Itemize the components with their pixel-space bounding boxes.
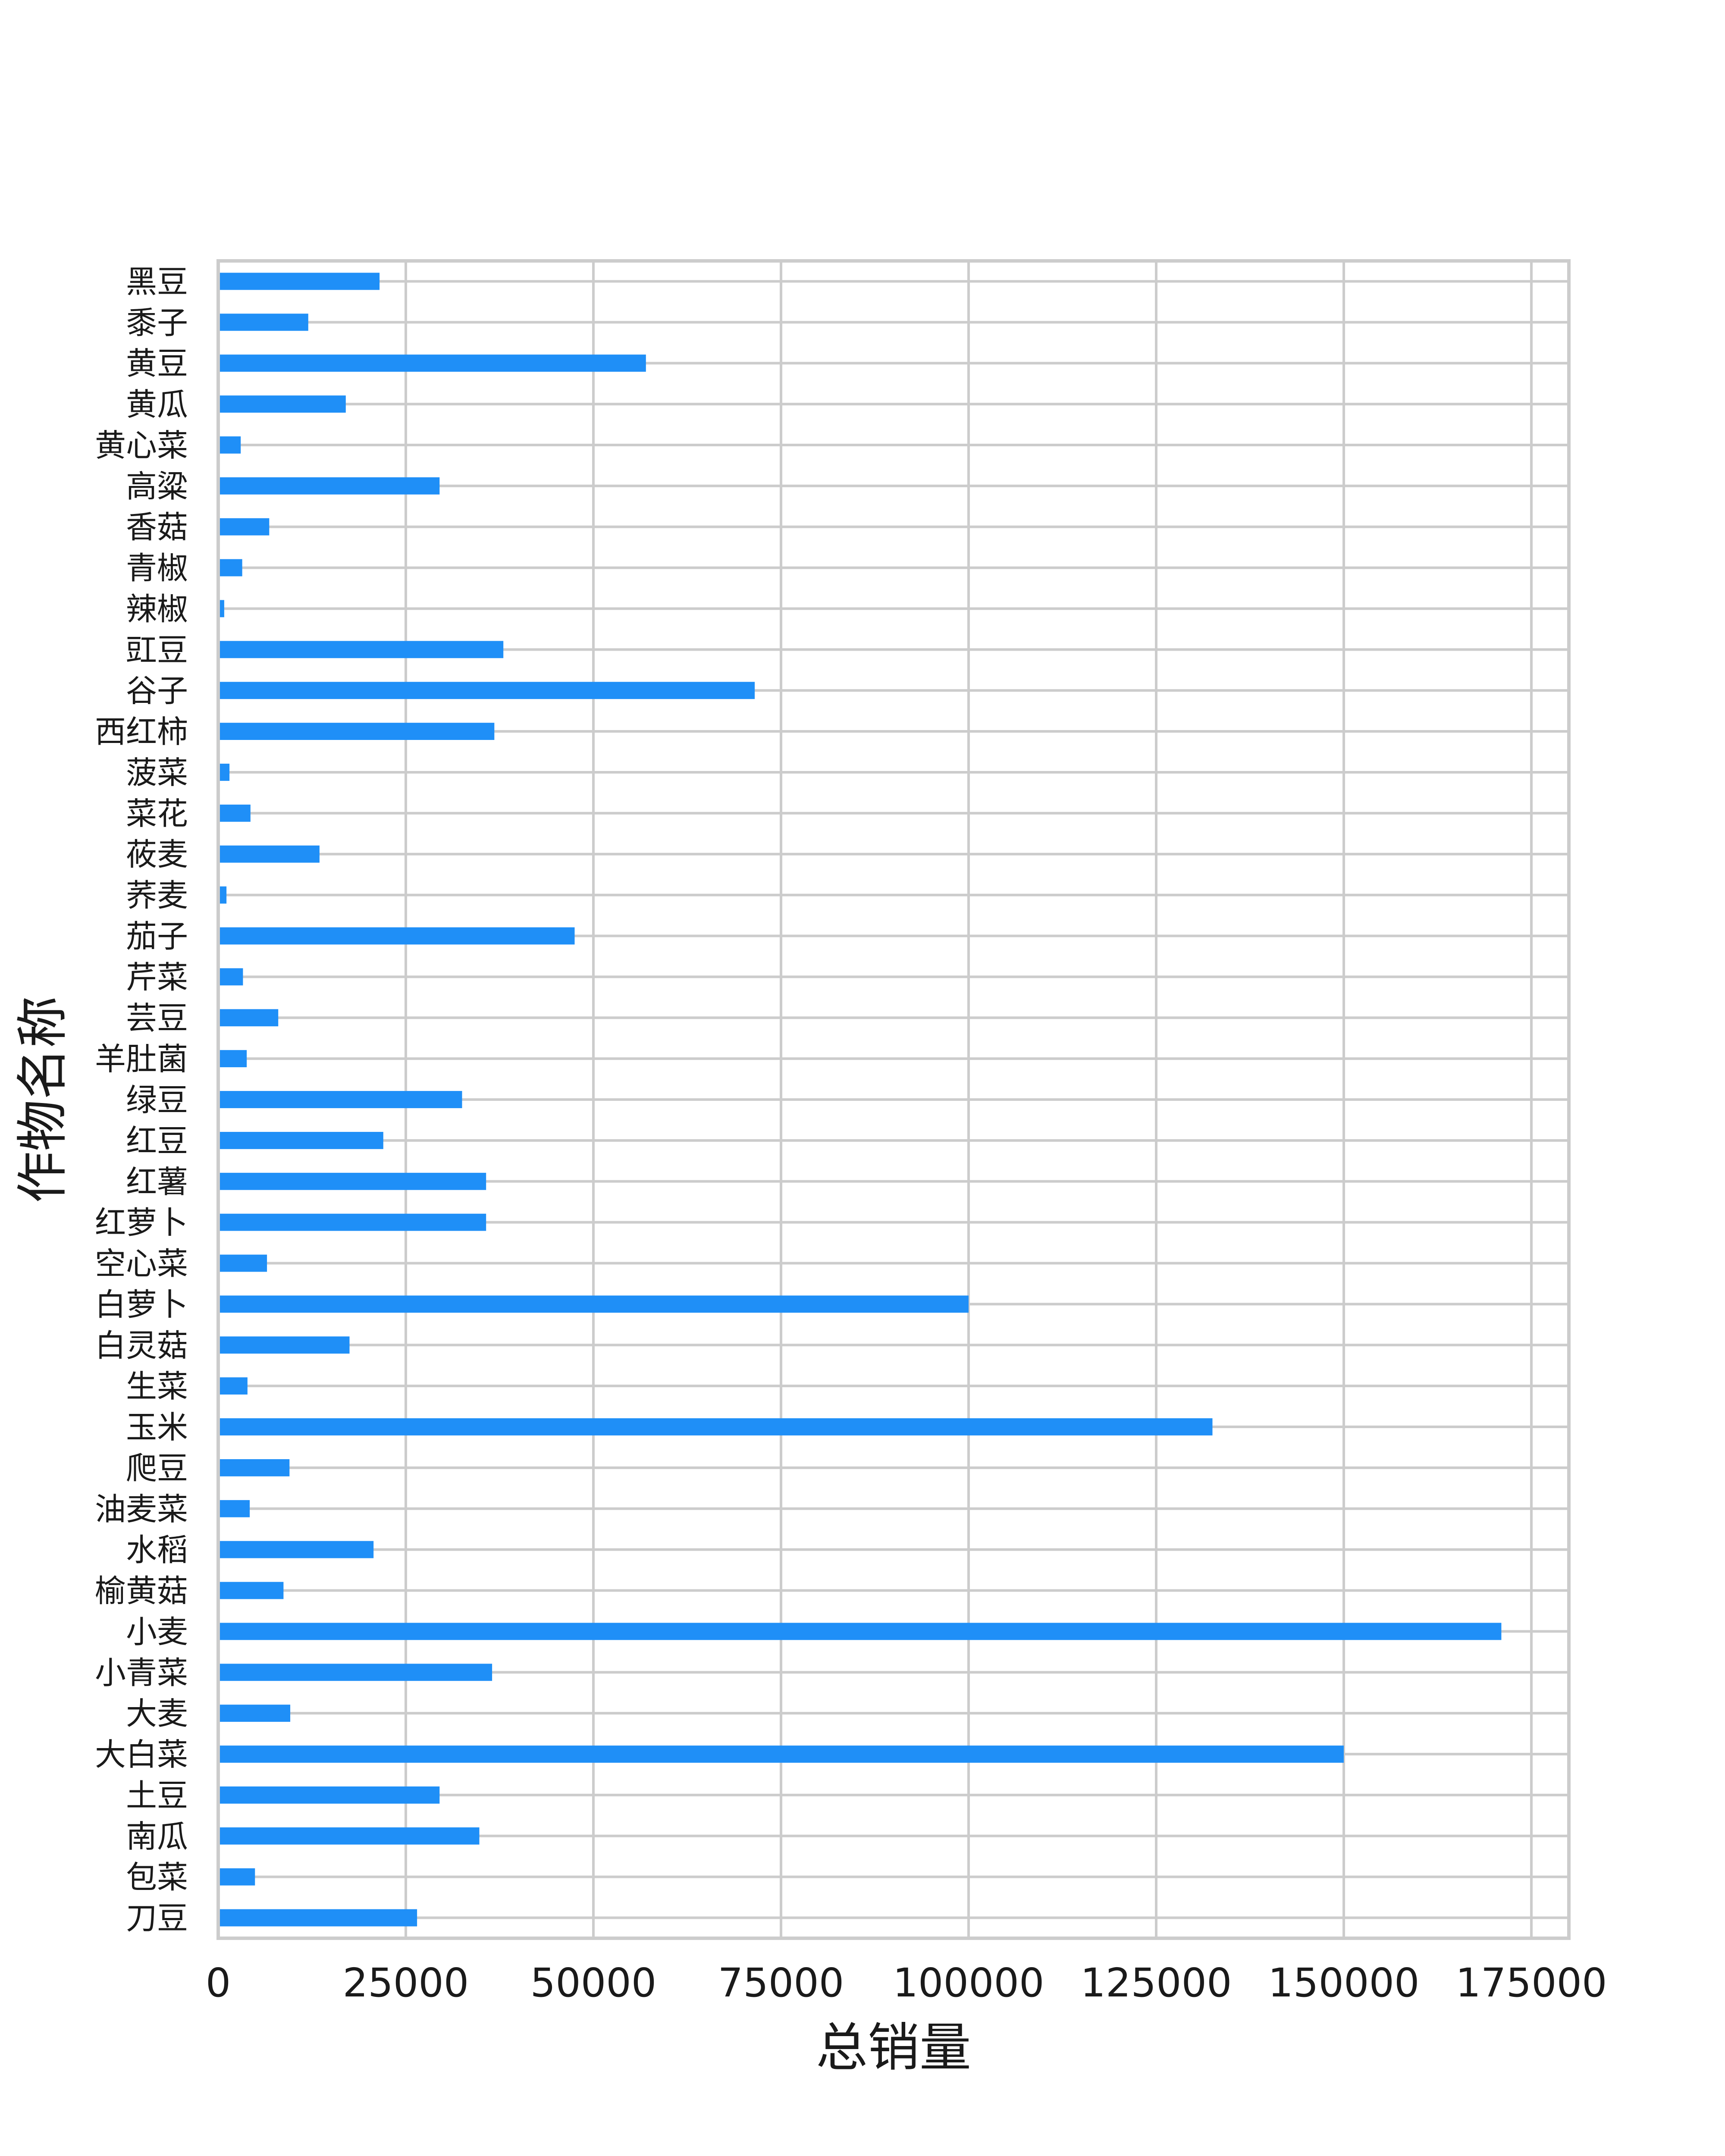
x-tick-label: 75000: [718, 1960, 844, 2006]
x-tick-labels: 0 25000 50000 75000 100000 125000 150000 175000: [206, 1960, 1607, 2006]
bar-青椒: [218, 559, 242, 577]
y-tick-label: 玉米: [126, 1409, 188, 1445]
bar-菜花: [218, 804, 251, 822]
chart-canvas: 黑豆黍子黄豆黄瓜黄心菜高粱香菇青椒辣椒豇豆谷子西红柿菠菜菜花莜麦荞麦茄子芹菜芸豆…: [0, 0, 1725, 2156]
y-tick-label: 红萝卜: [95, 1205, 188, 1241]
bar-黄瓜: [218, 395, 346, 413]
bar-西红柿: [218, 723, 495, 740]
x-axis-title: 总销量: [816, 2018, 971, 2078]
bar-chart: 黑豆黍子黄豆黄瓜黄心菜高粱香菇青椒辣椒豇豆谷子西红柿菠菜菜花莜麦荞麦茄子芹菜芸豆…: [0, 0, 1725, 2156]
y-tick-label: 高粱: [126, 468, 188, 505]
bar-空心菜: [218, 1254, 267, 1272]
y-tick-label: 包菜: [126, 1859, 188, 1896]
bar-黍子: [218, 313, 308, 331]
y-tick-label: 水稻: [126, 1532, 188, 1568]
x-tick-label: 50000: [530, 1960, 657, 2006]
bar-土豆: [218, 1786, 440, 1804]
bar-白灵菇: [218, 1336, 350, 1354]
bar-玉米: [218, 1418, 1213, 1435]
y-tick-label: 羊肚菌: [95, 1041, 188, 1077]
bar-小麦: [218, 1623, 1502, 1640]
y-tick-label: 芸豆: [126, 1000, 188, 1036]
x-tick-label: 150000: [1268, 1960, 1419, 2006]
y-tick-label: 辣椒: [126, 591, 188, 627]
bar-红萝卜: [218, 1213, 486, 1231]
bar-红薯: [218, 1172, 486, 1190]
bar-大白菜: [218, 1745, 1344, 1763]
bar-芸豆: [218, 1009, 279, 1027]
bar-南瓜: [218, 1827, 480, 1845]
x-tick-label: 0: [206, 1960, 231, 2006]
y-tick-label: 莜麦: [126, 837, 188, 873]
bar-红豆: [218, 1131, 383, 1149]
bar-黄豆: [218, 354, 646, 372]
y-tick-label: 爬豆: [126, 1450, 188, 1486]
y-tick-label: 红薯: [126, 1164, 188, 1200]
bar-大麦: [218, 1705, 291, 1722]
y-tick-label: 菜花: [126, 796, 188, 832]
y-tick-label: 生菜: [126, 1368, 188, 1404]
bar-小青菜: [218, 1664, 492, 1681]
y-tick-label: 大白菜: [95, 1736, 188, 1773]
bar-黄心菜: [218, 436, 241, 454]
y-tick-label: 空心菜: [95, 1246, 188, 1282]
x-tick-label: 125000: [1080, 1960, 1232, 2006]
y-tick-label: 红豆: [126, 1123, 188, 1159]
y-tick-label: 黄瓜: [126, 386, 188, 423]
bar-绿豆: [218, 1091, 462, 1108]
y-tick-label: 榆黄菇: [95, 1573, 188, 1609]
y-tick-label: 小麦: [126, 1614, 188, 1650]
bar-豇豆: [218, 641, 504, 658]
bar-芹菜: [218, 968, 243, 986]
y-tick-label: 南瓜: [126, 1818, 188, 1855]
y-tick-label: 青椒: [126, 550, 188, 586]
bar-茄子: [218, 927, 575, 945]
y-tick-label: 小青菜: [95, 1655, 188, 1691]
bar-白萝卜: [218, 1295, 969, 1313]
y-tick-label: 土豆: [126, 1777, 188, 1814]
y-tick-label: 绿豆: [126, 1082, 188, 1118]
bar-高粱: [218, 477, 440, 495]
y-tick-label: 谷子: [126, 673, 188, 709]
x-tick-label: 25000: [343, 1960, 469, 2006]
bar-水稻: [218, 1541, 374, 1558]
bar-谷子: [218, 682, 755, 699]
bar-莜麦: [218, 845, 320, 863]
y-tick-label: 黍子: [126, 304, 188, 341]
bar-爬豆: [218, 1459, 290, 1476]
y-tick-label: 刀豆: [126, 1900, 188, 1937]
y-tick-label: 芹菜: [126, 959, 188, 995]
y-tick-label: 大麦: [126, 1695, 188, 1732]
bar-油麦菜: [218, 1500, 250, 1517]
y-tick-label: 油麦菜: [95, 1491, 188, 1527]
bar-包菜: [218, 1868, 255, 1886]
y-tick-label: 荞麦: [126, 877, 188, 914]
y-tick-label: 白萝卜: [95, 1286, 188, 1322]
y-tick-label: 黄心菜: [95, 427, 188, 464]
x-tick-label: 175000: [1455, 1960, 1607, 2006]
y-tick-label: 豇豆: [126, 632, 188, 668]
bar-黑豆: [218, 273, 380, 290]
y-tick-label: 黑豆: [126, 263, 188, 300]
y-tick-label: 西红柿: [95, 714, 188, 750]
y-axis-title: 作物名称: [13, 996, 73, 1203]
y-tick-label: 黄豆: [126, 345, 188, 382]
y-tick-label: 白灵菇: [95, 1327, 188, 1363]
bar-羊肚菌: [218, 1050, 247, 1068]
bar-刀豆: [218, 1909, 417, 1927]
y-tick-label: 香菇: [126, 509, 188, 545]
bar-香菇: [218, 518, 270, 536]
bar-榆黄菇: [218, 1582, 284, 1599]
x-tick-label: 100000: [893, 1960, 1044, 2006]
y-tick-label: 菠菜: [126, 755, 188, 791]
y-tick-label: 茄子: [126, 918, 188, 954]
bar-生菜: [218, 1377, 248, 1395]
